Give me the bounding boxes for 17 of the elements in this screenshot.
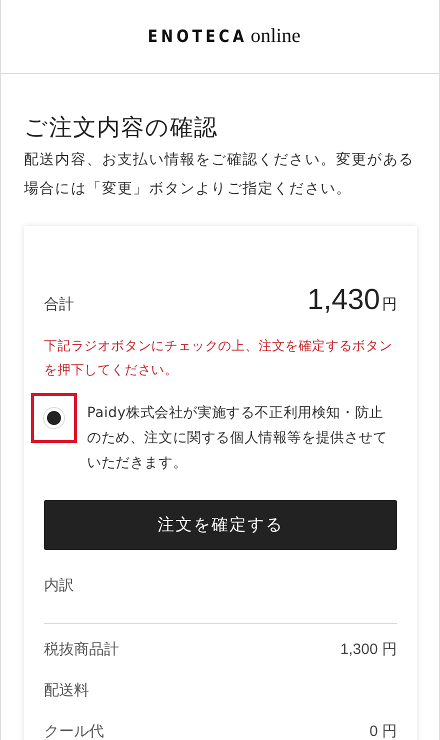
row-label: 税抜商品計 xyxy=(44,640,119,659)
row-value: 1,300 円 xyxy=(340,640,397,659)
row-label: 配送料 xyxy=(44,681,89,700)
currency-label: 円 xyxy=(382,295,397,314)
consent-radio[interactable] xyxy=(43,407,65,429)
breakdown-label: 内訳 xyxy=(44,576,397,624)
row-value: 0 円 xyxy=(369,722,397,740)
confirm-order-button[interactable]: 注文を確定する xyxy=(44,500,397,550)
logo-brand: ENOTECA xyxy=(148,27,248,47)
row-label: クール代 xyxy=(44,722,104,740)
logo-suffix: online xyxy=(250,25,301,48)
page-description: 配送内容、お支払い情報をご確認ください。変更がある場合には「変更」ボタンよりご指定ください。 xyxy=(24,150,415,199)
total-label: 合計 xyxy=(44,295,74,314)
page-title: ご注文内容の確認 xyxy=(24,114,219,143)
notice-text: 下記ラジオボタンにチェックの上、注文を確定するボタンを押下してください。 xyxy=(44,338,394,380)
consent-text: Paidy株式会社が実施する不正利用検知・防止のため、注文に関する個人情報等を提供させていただきます。 xyxy=(87,404,388,473)
total-amount: 1,430 xyxy=(307,284,380,317)
